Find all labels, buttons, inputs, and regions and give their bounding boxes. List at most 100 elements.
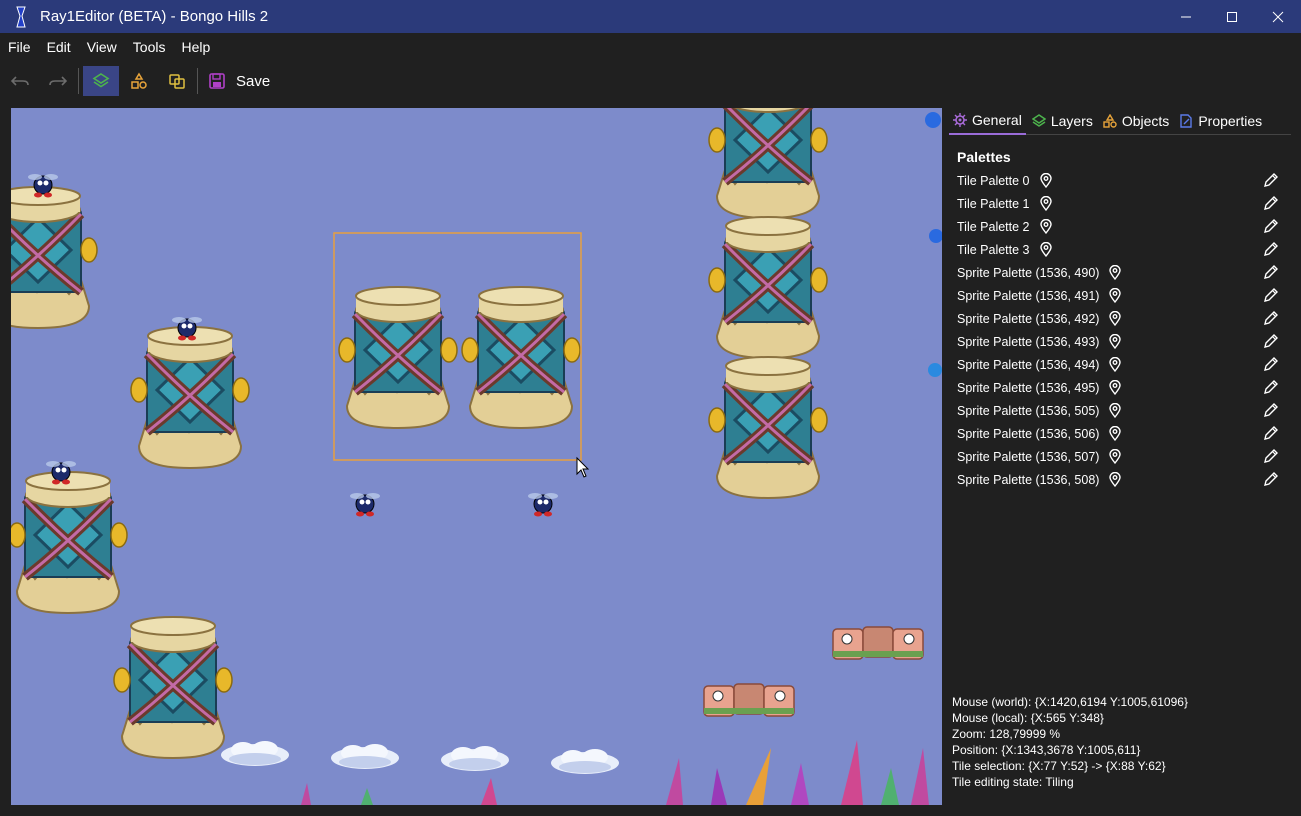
edit-pencil-icon[interactable]: [1263, 448, 1279, 467]
toolbar: Save: [0, 63, 1301, 99]
edit-pencil-icon[interactable]: [1263, 402, 1279, 421]
objects-icon: [131, 72, 147, 89]
palette-name: Sprite Palette (1536, 506): [957, 426, 1100, 441]
locate-pin-icon[interactable]: [1109, 265, 1122, 280]
minimize-icon: [1181, 16, 1191, 17]
palettes-heading: Palettes: [957, 149, 1011, 165]
tab-properties-label: Properties: [1198, 113, 1263, 129]
locate-pin-icon[interactable]: [1109, 472, 1122, 487]
mouse-world-readout: Mouse (world): {X:1420,6194 Y:1005,61096…: [952, 695, 1188, 709]
redo-button[interactable]: [40, 66, 76, 96]
layers-icon: [92, 73, 110, 88]
locate-pin-icon[interactable]: [1109, 449, 1122, 464]
palette-name: Sprite Palette (1536, 507): [957, 449, 1100, 464]
palette-name: Tile Palette 2: [957, 219, 1030, 234]
locate-pin-icon[interactable]: [1109, 311, 1122, 326]
tile-state-readout: Tile editing state: Tiling: [952, 775, 1074, 789]
gear-icon: [953, 113, 967, 127]
toolbar-separator: [78, 68, 79, 94]
locate-pin-icon[interactable]: [1039, 242, 1052, 257]
redo-icon: [49, 76, 67, 86]
links-mode-button[interactable]: [159, 66, 195, 96]
edit-pencil-icon[interactable]: [1263, 333, 1279, 352]
save-label: Save: [236, 72, 271, 90]
palette-row: Tile Palette 1: [949, 192, 1291, 215]
minimize-button[interactable]: [1163, 0, 1209, 33]
menu-view[interactable]: View: [79, 33, 125, 61]
palette-name: Sprite Palette (1536, 505): [957, 403, 1100, 418]
edit-pencil-icon[interactable]: [1263, 310, 1279, 329]
palette-row: Sprite Palette (1536, 507): [949, 445, 1291, 468]
edit-pencil-icon[interactable]: [1263, 218, 1279, 237]
palette-name: Sprite Palette (1536, 490): [957, 265, 1100, 280]
tab-properties[interactable]: Properties: [1175, 108, 1266, 134]
palette-row: Sprite Palette (1536, 505): [949, 399, 1291, 422]
undo-button[interactable]: [2, 66, 38, 96]
save-icon: [209, 73, 225, 89]
locate-pin-icon[interactable]: [1109, 403, 1122, 418]
locate-pin-icon[interactable]: [1109, 357, 1122, 372]
undo-icon: [11, 76, 29, 86]
links-icon: [169, 74, 185, 89]
edit-pencil-icon[interactable]: [1263, 471, 1279, 490]
tab-layers[interactable]: Layers: [1028, 108, 1097, 134]
edit-pencil-icon[interactable]: [1263, 195, 1279, 214]
panel-tabs: General Layers Objects Properties: [949, 108, 1291, 135]
palette-name: Sprite Palette (1536, 495): [957, 380, 1100, 395]
palette-row: Sprite Palette (1536, 493): [949, 330, 1291, 353]
tab-general[interactable]: General: [949, 107, 1026, 135]
edit-pencil-icon[interactable]: [1263, 241, 1279, 260]
edit-pencil-icon[interactable]: [1263, 287, 1279, 306]
edit-pencil-icon[interactable]: [1263, 172, 1279, 191]
palette-name: Sprite Palette (1536, 508): [957, 472, 1100, 487]
edit-pencil-icon[interactable]: [1263, 264, 1279, 283]
menu-help[interactable]: Help: [173, 33, 218, 61]
layers-mode-button[interactable]: [83, 66, 119, 96]
level-view: [11, 108, 942, 805]
maximize-button[interactable]: [1209, 0, 1255, 33]
close-button[interactable]: [1255, 0, 1301, 33]
edit-pencil-icon[interactable]: [1263, 356, 1279, 375]
edit-pencil-icon[interactable]: [1263, 425, 1279, 444]
locate-pin-icon[interactable]: [1109, 288, 1122, 303]
position-readout: Position: {X:1343,3678 Y:1005,611}: [952, 743, 1141, 757]
palette-name: Sprite Palette (1536, 491): [957, 288, 1100, 303]
palette-row: Tile Palette 2: [949, 215, 1291, 238]
objects-mode-button[interactable]: [121, 66, 157, 96]
objects-icon: [1103, 114, 1117, 128]
palette-row: Sprite Palette (1536, 491): [949, 284, 1291, 307]
palette-row: Sprite Palette (1536, 494): [949, 353, 1291, 376]
save-button[interactable]: Save: [200, 66, 278, 96]
tab-layers-label: Layers: [1050, 113, 1093, 129]
locate-pin-icon[interactable]: [1109, 380, 1122, 395]
tab-general-label: General: [972, 112, 1022, 128]
palette-name: Sprite Palette (1536, 492): [957, 311, 1100, 326]
locate-pin-icon[interactable]: [1109, 426, 1122, 441]
menu-edit[interactable]: Edit: [39, 33, 79, 61]
palette-row: Sprite Palette (1536, 492): [949, 307, 1291, 330]
locate-pin-icon[interactable]: [1039, 196, 1052, 211]
zoom-readout: Zoom: 128,79999 %: [952, 727, 1061, 741]
palette-row: Sprite Palette (1536, 508): [949, 468, 1291, 491]
palette-name: Tile Palette 1: [957, 196, 1030, 211]
palette-name: Sprite Palette (1536, 494): [957, 357, 1100, 372]
locate-pin-icon[interactable]: [1109, 334, 1122, 349]
palette-name: Tile Palette 3: [957, 242, 1030, 257]
properties-icon: [1180, 114, 1193, 128]
locate-pin-icon[interactable]: [1039, 173, 1052, 188]
status-info: Mouse (world): {X:1420,6194 Y:1005,61096…: [952, 694, 1188, 790]
palette-name: Tile Palette 0: [957, 173, 1030, 188]
locate-pin-icon[interactable]: [1039, 219, 1052, 234]
menu-file[interactable]: File: [0, 33, 39, 61]
menu-bar: File Edit View Tools Help: [0, 33, 1301, 61]
window-title: Ray1Editor (BETA) - Bongo Hills 2: [40, 8, 269, 25]
mouse-cursor: [576, 456, 590, 478]
menu-tools[interactable]: Tools: [125, 33, 174, 61]
level-canvas[interactable]: [11, 108, 942, 805]
tab-objects[interactable]: Objects: [1099, 108, 1173, 134]
palette-name: Sprite Palette (1536, 493): [957, 334, 1100, 349]
tab-objects-label: Objects: [1121, 113, 1170, 129]
palette-list: Tile Palette 0 Tile Palette 1 Tile Palette…: [949, 169, 1291, 491]
app-icon: [10, 6, 32, 28]
edit-pencil-icon[interactable]: [1263, 379, 1279, 398]
